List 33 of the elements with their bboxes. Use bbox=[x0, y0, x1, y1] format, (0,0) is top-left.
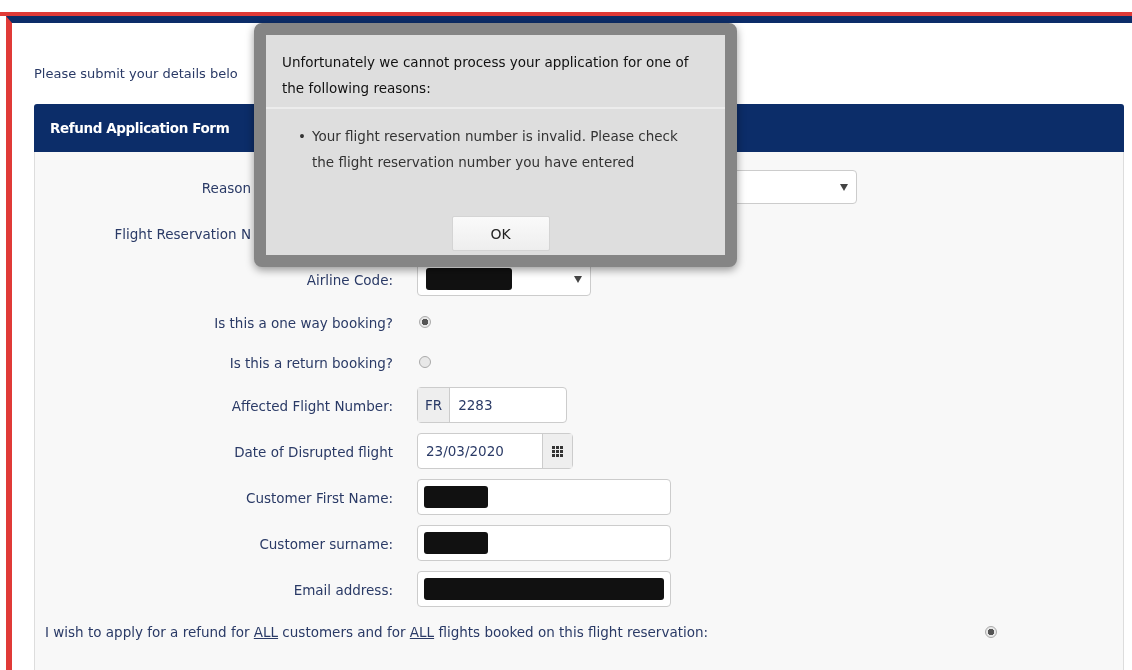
field-label: Is this a return booking? bbox=[229, 354, 393, 371]
dialog-title: Unfortunately we cannot process your application for one of the following reasons: bbox=[266, 35, 725, 109]
calendar-button[interactable] bbox=[543, 434, 572, 468]
reason-item: Your flight reservation number is invalid. Please check the flight reservation number you have entered bbox=[312, 127, 679, 172]
date-field[interactable]: 23/03/2020 bbox=[417, 433, 573, 469]
input-field[interactable] bbox=[417, 525, 671, 561]
field-label: Airline Code: bbox=[306, 271, 393, 288]
input-field[interactable] bbox=[417, 571, 671, 607]
field-label: Date of Disrupted flight bbox=[234, 443, 393, 460]
prefix-addon: FR bbox=[418, 388, 451, 422]
field-label: Customer surname: bbox=[259, 535, 393, 552]
bullet-mark: • bbox=[298, 127, 307, 146]
field-label: Flight Reservation N bbox=[114, 225, 251, 242]
ok-button[interactable]: OK bbox=[451, 216, 550, 251]
field-label: Customer First Name: bbox=[246, 489, 393, 506]
field-label: Email address: bbox=[293, 581, 393, 598]
radio-button[interactable] bbox=[419, 356, 431, 368]
flight-number-field[interactable]: FR 2283 bbox=[417, 387, 568, 423]
field-label: Affected Flight Number: bbox=[231, 397, 393, 414]
radio-button[interactable] bbox=[419, 316, 431, 328]
input-field[interactable] bbox=[417, 479, 671, 515]
refund-all-text: I wish to apply for a refund for ALL customers and for ALL flights booked on this flight reservation: bbox=[45, 624, 710, 640]
flight-number-value: 2283 bbox=[457, 396, 494, 415]
caret-icon bbox=[840, 183, 848, 191]
caret-icon bbox=[574, 275, 582, 283]
radio-button[interactable] bbox=[985, 626, 997, 638]
redaction-mark bbox=[424, 486, 488, 508]
intro-text: Please submit your details belo bbox=[34, 66, 238, 83]
field-label: Reason bbox=[201, 179, 251, 196]
grid-icon bbox=[552, 445, 563, 457]
panel-title: Refund Application Form bbox=[50, 120, 230, 136]
redaction-mark bbox=[424, 532, 488, 554]
field-label: Is this a one way booking? bbox=[214, 314, 393, 331]
